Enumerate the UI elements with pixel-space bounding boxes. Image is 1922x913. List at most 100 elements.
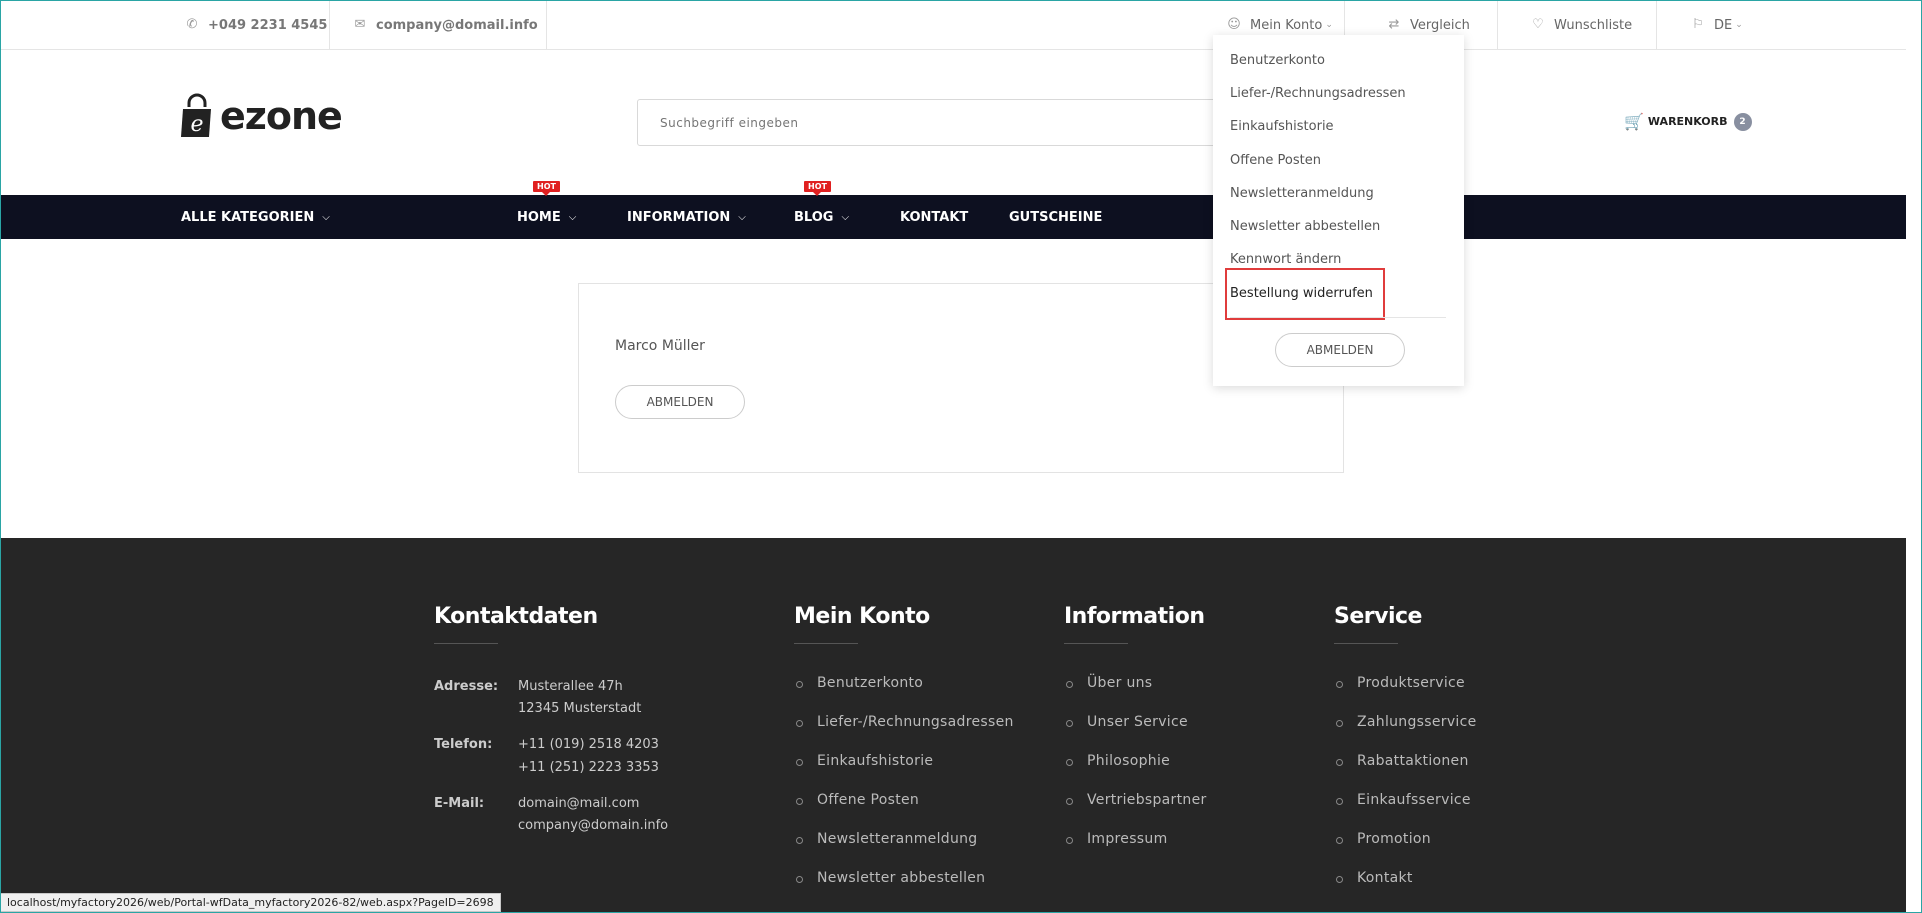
footer-link[interactable]: Benutzerkonto	[796, 675, 1014, 714]
footer-link[interactable]: Einkaufsservice	[1336, 792, 1477, 831]
nav-alle-label: ALLE KATEGORIEN	[181, 209, 315, 225]
footer-link[interactable]: Newsletteranmeldung	[796, 831, 1014, 870]
nav-blog[interactable]: HOT BLOG ⌵	[794, 181, 850, 239]
email-line-2[interactable]: company@domain.info	[518, 818, 668, 833]
chevron-down-icon: ⌵	[568, 211, 577, 223]
dropdown-logout-button[interactable]: ABMELDEN	[1275, 333, 1405, 367]
footer-link[interactable]: Promotion	[1336, 831, 1477, 870]
footer-konto-list: Benutzerkonto Liefer-/Rechnungsadressen …	[796, 675, 1014, 909]
email-label: E-Mail:	[434, 796, 485, 811]
main-nav: ALLE KATEGORIEN ⌵ HOT HOME ⌵ INFORMATION…	[0, 181, 1906, 239]
phone-icon: ✆	[186, 17, 198, 32]
language-selector[interactable]: ⚐ DE ⌄	[1690, 0, 1743, 50]
cart-count-badge: 2	[1733, 112, 1752, 131]
mein-konto-dropdown: Benutzerkonto Liefer-/Rechnungsadressen …	[1213, 35, 1464, 386]
telefon-label: Telefon:	[434, 737, 493, 752]
nav-home[interactable]: HOT HOME ⌵	[517, 181, 577, 239]
dropdown-item-kennwort[interactable]: Kennwort ändern	[1230, 252, 1341, 267]
dropdown-item-einkaufshistorie[interactable]: Einkaufshistorie	[1230, 119, 1334, 134]
footer-link[interactable]: Unser Service	[1066, 714, 1207, 753]
logo[interactable]: e ezone	[180, 92, 343, 140]
footer-link[interactable]: Einkaufshistorie	[796, 753, 1014, 792]
divider	[1230, 317, 1446, 318]
footer-link[interactable]: Vertriebspartner	[1066, 792, 1207, 831]
chevron-down-icon: ⌵	[322, 211, 330, 223]
nav-kontakt-label: KONTAKT	[900, 209, 969, 225]
adresse-label: Adresse:	[434, 679, 499, 694]
nav-information[interactable]: INFORMATION ⌵	[627, 195, 746, 239]
vergleich-label: Vergleich	[1410, 17, 1470, 33]
top-email[interactable]: ✉ company@domail.info	[352, 0, 538, 50]
footer-col-information: Information	[1064, 604, 1205, 644]
svg-text:e: e	[190, 112, 203, 137]
hot-badge: HOT	[533, 181, 560, 196]
divider	[434, 643, 498, 644]
nav-home-label: HOME	[517, 209, 561, 225]
chevron-down-icon: ⌵	[841, 211, 850, 223]
dropdown-item-offene-posten[interactable]: Offene Posten	[1230, 153, 1321, 168]
phone-text: +049 2231 4545	[208, 17, 328, 33]
footer-link[interactable]: Kontakt	[1336, 870, 1477, 909]
bag-logo-icon: e	[180, 93, 214, 139]
cart-label: WARENKORB	[1647, 115, 1728, 128]
footer-link[interactable]: Über uns	[1066, 675, 1207, 714]
divider	[546, 0, 547, 50]
footer-service-list: Produktservice Zahlungsservice Rabattakt…	[1336, 675, 1477, 909]
hot-badge: HOT	[804, 181, 831, 196]
mail-icon: ✉	[354, 17, 366, 32]
search-input[interactable]	[638, 100, 1226, 145]
footer-link[interactable]: Liefer-/Rechnungsadressen	[796, 714, 1014, 753]
footer-information-list: Über uns Unser Service Philosophie Vertr…	[1066, 675, 1207, 870]
divider	[794, 643, 858, 644]
telefon-line-1: +11 (019) 2518 4203	[518, 737, 659, 752]
chevron-down-icon: ⌵	[738, 211, 746, 223]
nav-kontakt[interactable]: KONTAKT	[900, 195, 968, 239]
divider	[1064, 643, 1128, 644]
logout-button[interactable]: ABMELDEN	[615, 385, 745, 419]
footer-title-information: Information	[1064, 604, 1205, 629]
search-box[interactable]	[637, 99, 1227, 146]
nav-alle-kategorien[interactable]: ALLE KATEGORIEN ⌵	[181, 195, 330, 239]
nav-gutscheine[interactable]: GUTSCHEINE	[1009, 195, 1102, 239]
footer-title-konto: Mein Konto	[794, 604, 930, 629]
chevron-down-icon: ⌄	[1325, 20, 1333, 30]
dropdown-item-newsletteranmeldung[interactable]: Newsletteranmeldung	[1230, 186, 1374, 201]
telefon-line-2: +11 (251) 2223 3353	[518, 760, 659, 775]
footer-link[interactable]: Impressum	[1066, 831, 1207, 870]
logo-text: ezone	[220, 94, 343, 138]
footer-link[interactable]: Rabattaktionen	[1336, 753, 1477, 792]
language-label: DE	[1714, 17, 1733, 33]
cart-link[interactable]: 🛒 WARENKORB 2	[1624, 112, 1752, 131]
email-line-1[interactable]: domain@mail.com	[518, 796, 639, 811]
footer: Kontaktdaten Adresse: Musterallee 47h 12…	[0, 538, 1906, 913]
heart-icon: ♡	[1532, 17, 1544, 32]
mein-konto-label: Mein Konto	[1250, 17, 1323, 33]
chevron-down-icon: ⌄	[1735, 20, 1743, 30]
dropdown-item-newsletter-abbestellen[interactable]: Newsletter abbestellen	[1230, 219, 1380, 234]
dropdown-item-bestellung-widerrufen[interactable]: Bestellung widerrufen	[1230, 286, 1373, 301]
footer-col-service: Service	[1334, 604, 1422, 644]
top-bar: ✆ +049 2231 4545 ✉ company@domail.info ☺…	[0, 0, 1906, 50]
nav-gutscheine-label: GUTSCHEINE	[1009, 209, 1103, 225]
footer-col-konto: Mein Konto	[794, 604, 930, 644]
footer-title-service: Service	[1334, 604, 1422, 629]
user-name: Marco Müller	[615, 338, 705, 354]
wunschliste-link[interactable]: ♡ Wunschliste	[1530, 0, 1632, 50]
footer-link[interactable]: Produktservice	[1336, 675, 1477, 714]
footer-link[interactable]: Newsletter abbestellen	[796, 870, 1014, 909]
email-text: company@domail.info	[376, 17, 538, 33]
wunschliste-label: Wunschliste	[1554, 17, 1633, 33]
compare-icon: ⇄	[1388, 17, 1400, 32]
adresse-line-1: Musterallee 47h	[518, 679, 623, 694]
dropdown-item-adressen[interactable]: Liefer-/Rechnungsadressen	[1230, 86, 1406, 101]
top-phone[interactable]: ✆ +049 2231 4545	[184, 0, 328, 50]
footer-link[interactable]: Offene Posten	[796, 792, 1014, 831]
footer-link[interactable]: Zahlungsservice	[1336, 714, 1477, 753]
browser-status-bar: localhost/myfactory2026/web/Portal-wfDat…	[0, 893, 501, 912]
adresse-line-2: 12345 Musterstadt	[518, 701, 642, 716]
scrollbar-gutter	[1906, 0, 1921, 913]
dropdown-item-benutzerkonto[interactable]: Benutzerkonto	[1230, 53, 1325, 68]
cart-icon: 🛒	[1624, 112, 1644, 131]
nav-blog-label: BLOG	[794, 209, 834, 225]
footer-link[interactable]: Philosophie	[1066, 753, 1207, 792]
